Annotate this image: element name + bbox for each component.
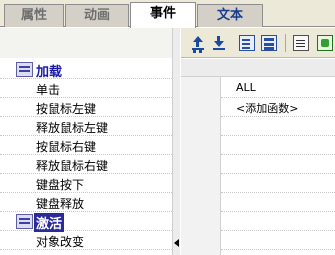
function-row-empty — [221, 174, 335, 193]
tab-text[interactable]: 文本 — [197, 4, 263, 27]
function-row-empty — [221, 117, 335, 136]
scroll-left-arrow-icon[interactable] — [174, 239, 179, 247]
event-label: 释放鼠标左键 — [36, 121, 109, 135]
event-label: 释放鼠标右键 — [36, 159, 109, 173]
expand-all-icon[interactable] — [239, 35, 255, 51]
event-tree: 加载 单击 按鼠标左键 释放鼠标左键 按鼠标右键 释放鼠标右键 键盘按下 键盘释… — [0, 28, 180, 255]
function-row-add[interactable]: <添加函数> — [221, 98, 335, 117]
event-item-right-mouse-up[interactable]: 释放鼠标右键 — [0, 155, 172, 174]
category-load-label: 加载 — [36, 65, 63, 80]
event-label: 按鼠标右键 — [36, 140, 97, 154]
tab-properties-label: 属性 — [20, 8, 47, 23]
function-row-empty — [221, 231, 335, 250]
function-row-all[interactable]: ALL — [221, 79, 335, 98]
move-up-icon[interactable] — [190, 35, 206, 51]
tree-header-area — [0, 28, 180, 58]
function-row-empty — [221, 193, 335, 212]
toolbar-separator — [285, 34, 286, 52]
event-label: 按鼠标左键 — [36, 102, 97, 116]
function-row-empty — [221, 136, 335, 155]
event-label: 单击 — [36, 83, 61, 97]
category-activate[interactable]: 激活 — [0, 212, 172, 232]
script-icon[interactable] — [293, 35, 309, 51]
event-label: 键盘按下 — [36, 178, 85, 192]
category-activate-label: 激活 — [34, 213, 65, 232]
event-item-left-mouse-up[interactable]: 释放鼠标左键 — [0, 117, 172, 136]
function-grid-header — [181, 59, 335, 77]
tab-events[interactable]: 事件 — [130, 2, 196, 28]
move-down-icon[interactable] — [211, 35, 227, 51]
function-row-value: ALL — [236, 81, 256, 94]
function-toolbar — [181, 28, 335, 58]
event-label: 对象改变 — [36, 235, 85, 249]
event-item-click[interactable]: 单击 — [0, 79, 172, 98]
event-item-left-mouse-down[interactable]: 按鼠标左键 — [0, 98, 172, 117]
function-grid-gutter — [181, 77, 221, 255]
function-row-empty — [221, 212, 335, 231]
tree-scrollbar[interactable] — [172, 28, 180, 255]
tab-animation-label: 动画 — [83, 8, 110, 23]
category-load[interactable]: 加载 — [0, 60, 172, 80]
event-item-right-mouse-down[interactable]: 按鼠标右键 — [0, 136, 172, 155]
tab-strip: 属性 动画 事件 文本 — [0, 0, 335, 28]
event-label: 键盘释放 — [36, 197, 85, 211]
event-category-icon — [16, 62, 33, 77]
tab-properties[interactable]: 属性 — [4, 4, 64, 27]
event-item-key-up[interactable]: 键盘释放 — [0, 193, 172, 212]
tab-events-label: 事件 — [149, 6, 176, 21]
collapse-all-icon[interactable] — [261, 35, 277, 51]
event-category-icon — [16, 214, 33, 229]
event-item-object-change[interactable]: 对象改变 — [0, 231, 172, 250]
tab-animation[interactable]: 动画 — [65, 4, 129, 27]
event-item-key-down[interactable]: 键盘按下 — [0, 174, 172, 193]
function-row-empty — [221, 155, 335, 174]
green-script-icon[interactable] — [317, 35, 333, 51]
tab-text-label: 文本 — [216, 8, 243, 23]
function-row-value: <添加函数> — [236, 102, 299, 115]
function-panel: ALL <添加函数> — [181, 28, 335, 255]
